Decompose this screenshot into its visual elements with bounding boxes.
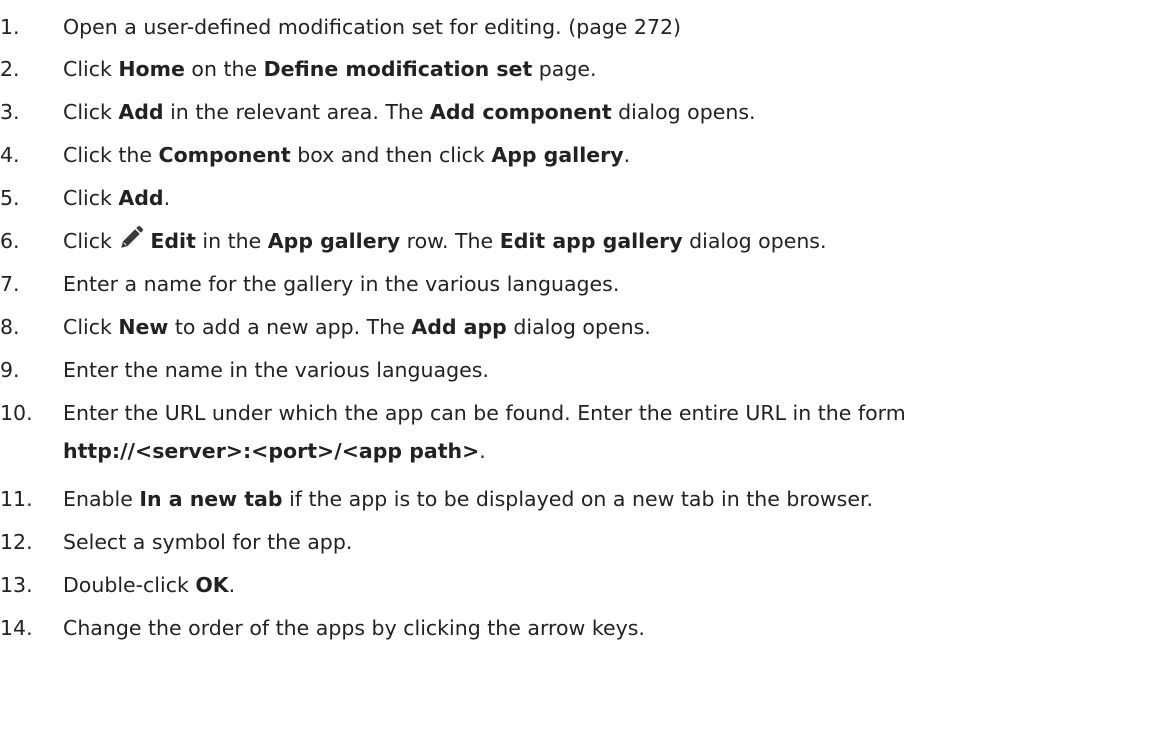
ui-term: Home: [118, 57, 185, 81]
step-text: Click Home on the Define modification se…: [63, 50, 1170, 88]
step-number: 9.: [0, 358, 20, 382]
ui-term: App gallery: [267, 229, 401, 253]
step-number: 14.: [0, 616, 33, 640]
step-text-segment: page.: [532, 57, 597, 81]
step-text-segment: Open a user-defined modification set for…: [63, 15, 682, 39]
step-item: 13. Double-click OK.: [0, 566, 1170, 604]
step-text-segment: box and then click: [290, 143, 492, 167]
step-item: 2. Click Home on the Define modification …: [0, 50, 1170, 88]
steps-list: 1. Open a user-defined modification set f…: [0, 0, 1173, 732]
step-number: 3.: [0, 100, 20, 124]
ui-term: Edit app gallery: [499, 229, 683, 253]
step-text-segment: dialog opens.: [611, 100, 756, 124]
step-text-segment: .: [623, 143, 631, 167]
step-text-segment: row. The: [400, 229, 500, 253]
ui-term: Add component: [430, 100, 612, 124]
step-number: 8.: [0, 315, 20, 339]
step-text-segment: Click the: [63, 143, 159, 167]
step-number: 4.: [0, 143, 20, 167]
step-text: Change the order of the apps by clicking…: [63, 609, 1170, 647]
step-text: Click Add.: [63, 179, 1170, 217]
ui-term: App gallery: [491, 143, 624, 167]
step-text: Click New to add a new app. The Add app …: [63, 308, 1170, 346]
step-text-segment: Click: [63, 315, 119, 339]
step-text-segment: Change the order of the apps by clicking…: [63, 616, 645, 640]
step-item: 4. Click the Component box and then click…: [0, 136, 1170, 174]
step-number: 11.: [0, 487, 33, 511]
ui-term: Add: [118, 186, 164, 210]
pencil-icon: [121, 225, 144, 248]
ui-term: Edit: [150, 229, 196, 253]
step-number: 12.: [0, 530, 33, 554]
ui-term: In a new tab: [139, 487, 283, 511]
step-text: Double-click OK.: [63, 566, 1170, 604]
step-number: 2.: [0, 57, 20, 81]
url-format-text: http://<server>:<port>/<app path>: [63, 439, 480, 463]
step-number: 10.: [0, 401, 33, 425]
step-item: 6. Click Edit in the App gallery row. The…: [0, 222, 1170, 260]
step-item: 14. Change the order of the apps by click…: [0, 609, 1170, 647]
step-text: Select a symbol for the app.: [63, 523, 1170, 561]
step-text-segment: Enter a name for the gallery in the vari…: [63, 272, 620, 296]
step-text: Click Edit in the App gallery row. The E…: [63, 222, 1170, 260]
step-text-segment: on the: [184, 57, 264, 81]
step-item: 5. Click Add.: [0, 179, 1170, 217]
ui-term: OK: [195, 573, 229, 597]
step-text-segment: to add a new app. The: [168, 315, 412, 339]
ui-term: Component: [158, 143, 291, 167]
step-number: 13.: [0, 573, 33, 597]
ui-term: Add app: [411, 315, 507, 339]
step-text-segment: Enter the URL under which the app can be…: [63, 401, 906, 425]
step-number: 1.: [0, 15, 20, 39]
step-text-segment: Click: [63, 186, 119, 210]
step-text-segment: in the relevant area. The: [163, 100, 431, 124]
step-text-segment: .: [228, 573, 236, 597]
step-text: Enable In a new tab if the app is to be …: [63, 480, 1170, 518]
step-item: 11. Enable In a new tab if the app is to …: [0, 480, 1170, 518]
step-item: 10. Enter the URL under which the app can…: [0, 394, 1170, 470]
step-text-segment: Click: [63, 100, 119, 124]
step-text: Open a user-defined modification set for…: [63, 8, 1170, 46]
ui-term: Add: [118, 100, 164, 124]
ui-term: New: [118, 315, 169, 339]
step-item: 8. Click New to add a new app. The Add ap…: [0, 308, 1170, 346]
step-text-segment: .: [163, 186, 171, 210]
step-text-segment: Enable: [63, 487, 140, 511]
ui-term: Define modification set: [263, 57, 533, 81]
step-text-segment: dialog opens.: [682, 229, 827, 253]
step-text-segment: in the: [195, 229, 268, 253]
step-number: 7.: [0, 272, 20, 296]
step-item: 1. Open a user-defined modification set f…: [0, 8, 1170, 46]
step-item: 7. Enter a name for the gallery in the va…: [0, 265, 1170, 303]
step-text: Enter a name for the gallery in the vari…: [63, 265, 1170, 303]
step-text: Enter the name in the various languages.: [63, 351, 1170, 389]
step-text-segment: Click: [63, 229, 119, 253]
step-text-segment: Click: [63, 57, 119, 81]
step-item: 9. Enter the name in the various language…: [0, 351, 1170, 389]
step-text: Enter the URL under which the app can be…: [63, 394, 1170, 470]
step-number: 5.: [0, 186, 20, 210]
step-text: Click Add in the relevant area. The Add …: [63, 93, 1170, 131]
step-item: 12. Select a symbol for the app.: [0, 523, 1170, 561]
step-text-segment: Select a symbol for the app.: [63, 530, 353, 554]
step-number: 6.: [0, 229, 20, 253]
step-text-segment: if the app is to be displayed on a new t…: [282, 487, 874, 511]
step-text-segment: Double-click: [63, 573, 196, 597]
step-text: Click the Component box and then click A…: [63, 136, 1170, 174]
url-format-suffix: .: [479, 439, 486, 463]
step-text-segment: Enter the name in the various languages.: [63, 358, 489, 382]
step-item: 3. Click Add in the relevant area. The Ad…: [0, 93, 1170, 131]
step-text-segment: dialog opens.: [506, 315, 651, 339]
url-format: http://<server>:<port>/<app path>.: [63, 432, 1170, 470]
